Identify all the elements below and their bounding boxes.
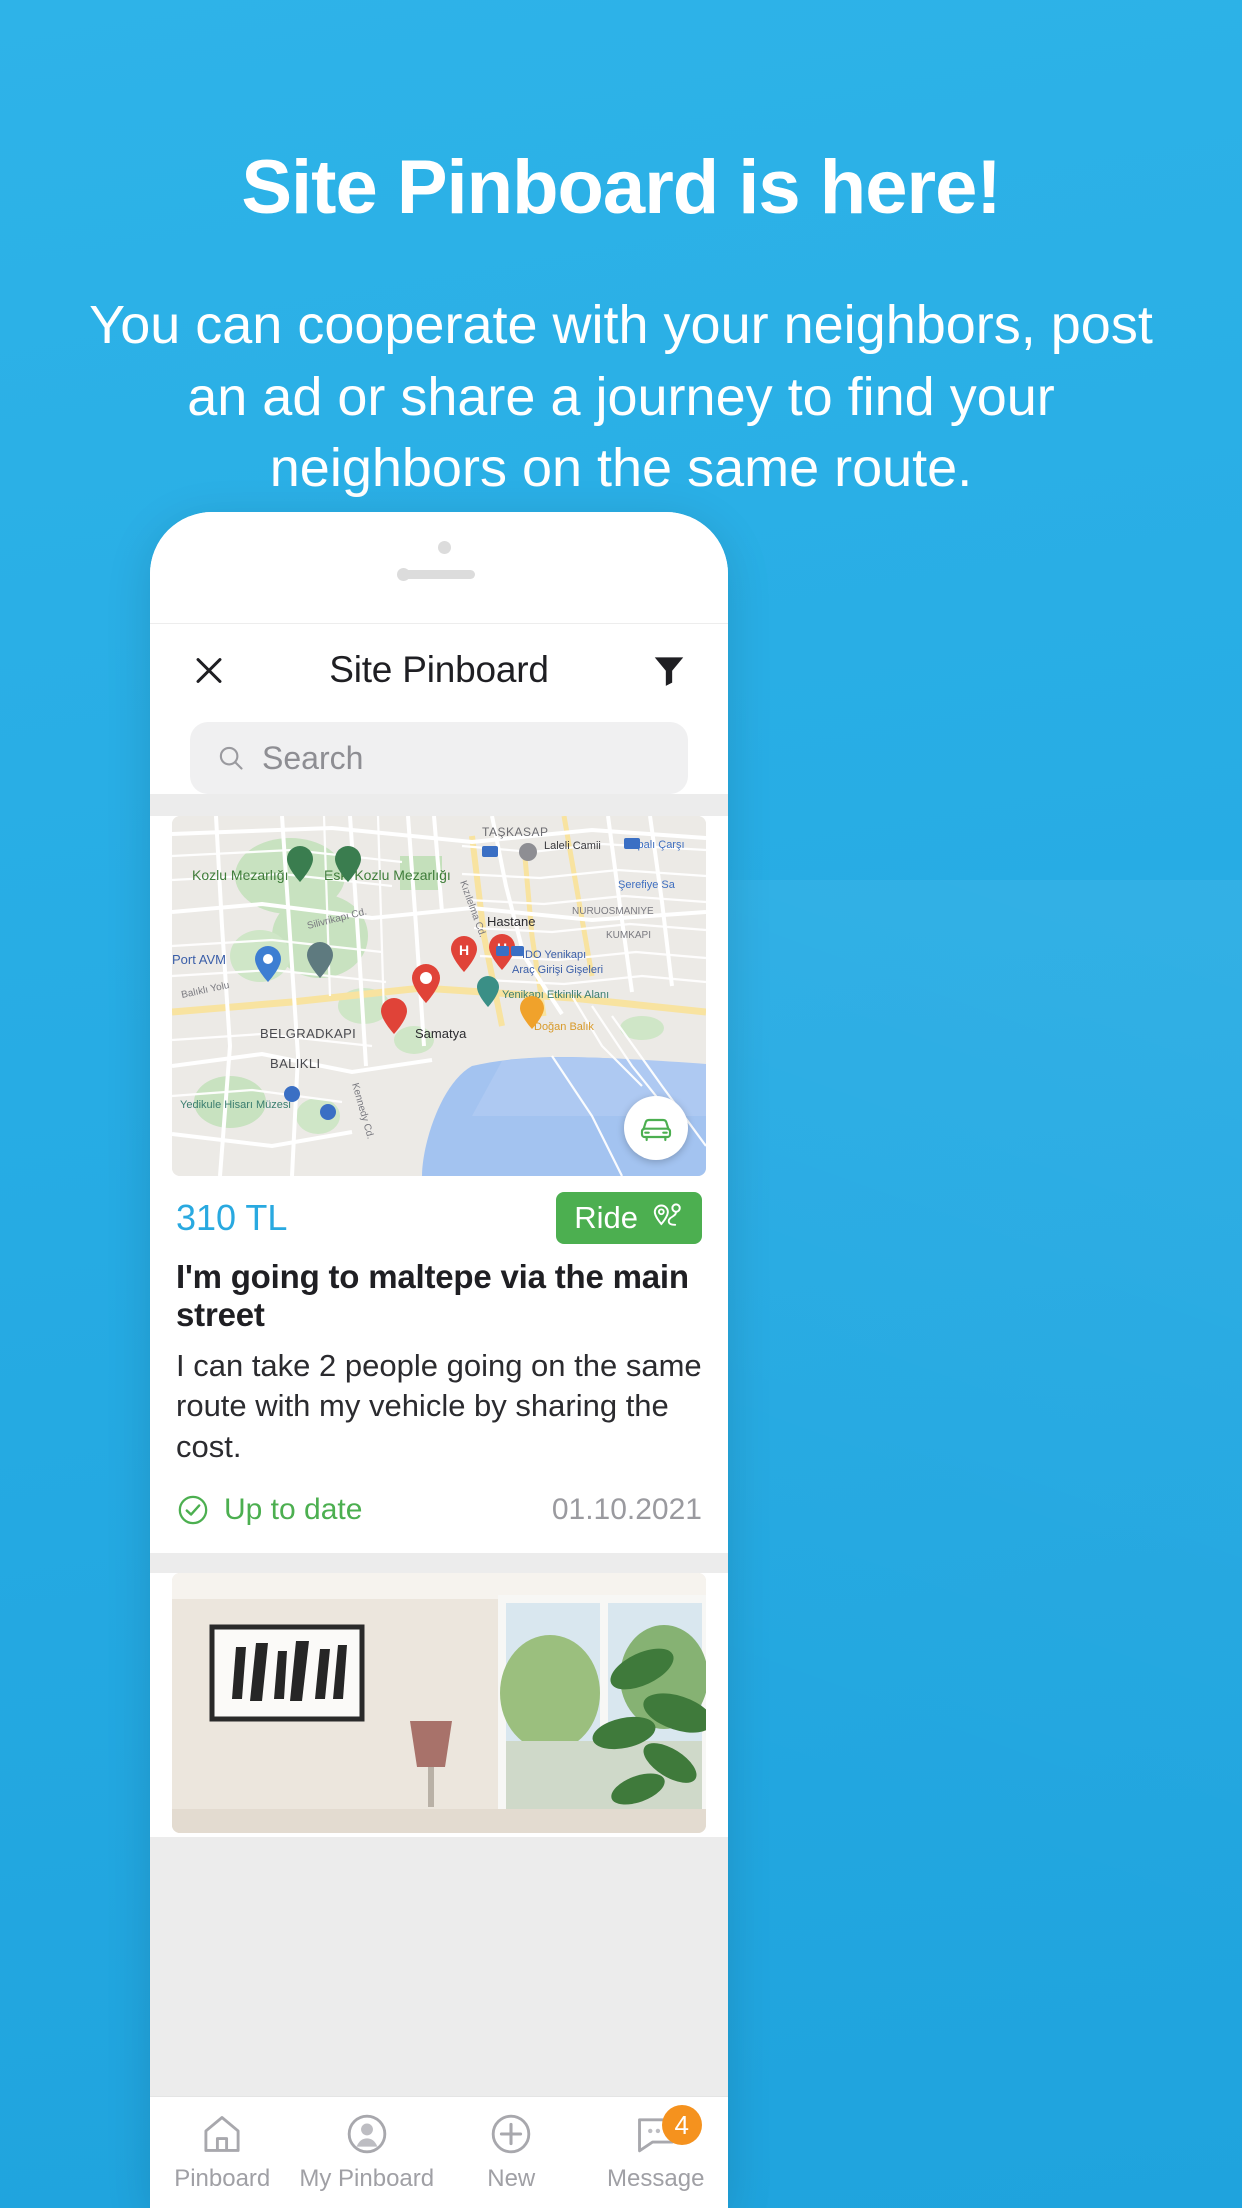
app-title: Site Pinboard	[329, 649, 549, 690]
svg-text:Port AVM: Port AVM	[172, 952, 226, 967]
tab-my-pinboard[interactable]: My Pinboard	[295, 2111, 440, 2193]
filter-icon[interactable]	[650, 651, 688, 689]
svg-text:İDO Yenikapı: İDO Yenikapı	[522, 948, 586, 961]
pinboard-list[interactable]: Kozlu Mezarlığı Eski Kozlu Mezarlığı TAŞ…	[150, 794, 728, 2208]
phone-mockup: Site Pinboard Search Kozlu Mezarlığı Esk…	[150, 512, 728, 2208]
svg-text:NURUOSMANIYE: NURUOSMANIYE	[572, 906, 654, 917]
svg-text:Yedikule Hisarı Müzesi: Yedikule Hisarı Müzesi	[180, 1099, 291, 1111]
listing-photo[interactable]	[172, 1572, 706, 1833]
status-label: Up to date	[224, 1492, 363, 1526]
tab-message-label-new: New	[487, 2165, 536, 2192]
search-placeholder: Search	[262, 739, 364, 776]
list-item[interactable]	[150, 1572, 728, 1837]
app-header: Site Pinboard	[150, 624, 728, 716]
svg-text:BELGRADKAPI: BELGRADKAPI	[260, 1026, 356, 1041]
svg-text:Doğan Balık: Doğan Balık	[534, 1021, 594, 1033]
card-title: I'm going to maltepe via the main street	[176, 1258, 689, 1333]
svg-text:Araç Girişi Gişeleri: Araç Girişi Gişeleri	[512, 964, 603, 976]
ride-badge-label: Ride	[574, 1200, 638, 1235]
card-meta-row: Up to date 01.10.2021	[176, 1493, 702, 1549]
svg-text:KUMKAPI: KUMKAPI	[606, 930, 651, 941]
svg-text:Yenikapı Etkinlik Alanı: Yenikapı Etkinlik Alanı	[502, 989, 609, 1001]
proximity-sensor-icon	[438, 541, 451, 554]
car-icon	[640, 1118, 672, 1142]
svg-text:BALIKLI: BALIKLI	[270, 1056, 321, 1071]
status-badge: Up to date	[176, 1493, 362, 1527]
plus-icon	[491, 2114, 531, 2154]
tab-pinboard[interactable]: Pinboard	[150, 2111, 295, 2193]
svg-text:Şerefiye Sa: Şerefiye Sa	[618, 879, 676, 891]
card-date: 01.10.2021	[551, 1492, 702, 1526]
app-screen: Site Pinboard Search Kozlu Mezarlığı Esk…	[150, 624, 728, 2208]
svg-text:H: H	[459, 942, 469, 958]
list-item[interactable]: Kozlu Mezarlığı Eski Kozlu Mezarlığı TAŞ…	[150, 816, 728, 1553]
price-row: 310 TL Ride	[176, 1192, 702, 1244]
home-icon	[204, 2116, 240, 2152]
promo-subtitle: You can cooperate with your neighbors, p…	[89, 294, 1153, 499]
room-photo	[172, 1572, 706, 1833]
svg-text:Samatya: Samatya	[415, 1026, 467, 1041]
tab-message-label: Message	[607, 2165, 705, 2192]
svg-text:Hastane: Hastane	[487, 914, 535, 929]
map-vehicle-button[interactable]	[624, 1096, 688, 1160]
promo-block: Site Pinboard is here! You can cooperate…	[0, 0, 1242, 505]
list-separator	[150, 1552, 728, 1573]
earpiece-speaker	[403, 570, 475, 579]
search-icon	[219, 746, 243, 770]
svg-text:TAŞKASAP: TAŞKASAP	[482, 825, 548, 839]
tab-my-pinboard-label: My Pinboard	[299, 2165, 435, 2192]
close-icon[interactable]	[190, 651, 228, 689]
search-input[interactable]: Search	[190, 722, 688, 794]
search-container: Search	[150, 716, 728, 794]
card-description: I can take 2 people going on the same ro…	[176, 1348, 702, 1464]
tab-pinboard-label: Pinboard	[174, 2165, 271, 2192]
map-thumbnail[interactable]: Kozlu Mezarlığı Eski Kozlu Mezarlığı TAŞ…	[172, 816, 706, 1176]
message-badge: 4	[661, 2105, 702, 2145]
svg-text:Kozlu Mezarlığı: Kozlu Mezarlığı	[192, 867, 288, 883]
ride-badge[interactable]: Ride	[556, 1192, 702, 1244]
tab-new[interactable]: New	[439, 2111, 584, 2193]
tab-message[interactable]: 4 Message	[584, 2105, 729, 2193]
person-icon	[347, 2114, 387, 2154]
bottom-navigation: Pinboard My Pinboard New 4 Message	[150, 2096, 728, 2208]
check-circle-icon	[178, 1495, 208, 1525]
page-title: Site Pinboard is here!	[241, 145, 1001, 230]
card-body: 310 TL Ride I'm going to maltepe via the	[150, 1176, 728, 1549]
price-label: 310 TL	[176, 1197, 288, 1238]
svg-text:Laleli Camii: Laleli Camii	[544, 840, 601, 852]
route-pin-icon	[653, 1203, 681, 1226]
phone-bezel-top	[150, 512, 728, 624]
